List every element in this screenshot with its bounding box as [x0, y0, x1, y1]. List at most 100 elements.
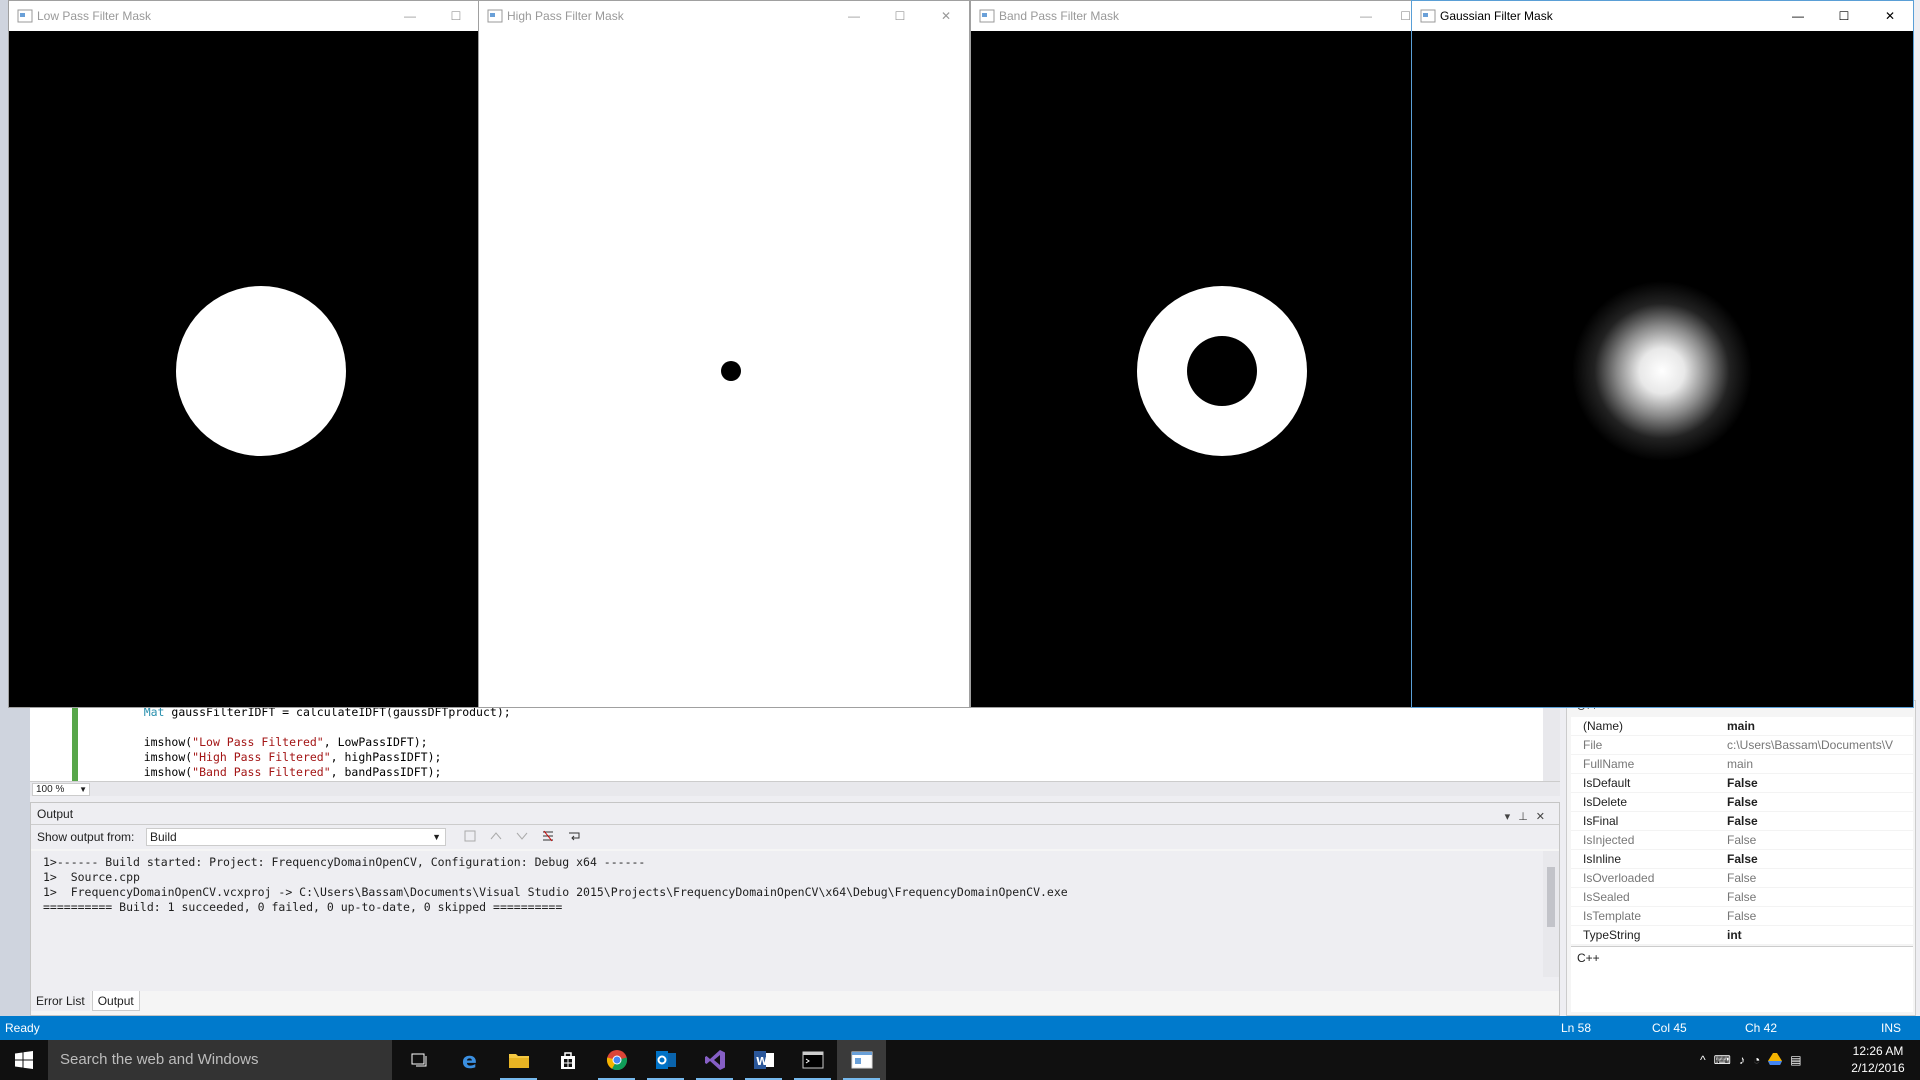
- maximize-icon[interactable]: ☐: [877, 1, 923, 31]
- previous-message-icon[interactable]: [487, 827, 505, 845]
- google-drive-icon[interactable]: [1768, 1052, 1783, 1068]
- action-center-icon[interactable]: ▤: [1790, 1053, 1801, 1067]
- high-pass-filter-window[interactable]: High Pass Filter Mask — ☐ ✕: [478, 0, 970, 708]
- gaussian-mask-canvas: [1412, 31, 1913, 707]
- band-pass-filter-window[interactable]: Band Pass Filter Mask — ☐: [970, 0, 1412, 708]
- visual-studio-icon[interactable]: [690, 1040, 739, 1080]
- maximize-icon[interactable]: ☐: [1389, 1, 1411, 31]
- pin-icon[interactable]: ⊥: [1518, 811, 1536, 823]
- start-button[interactable]: [0, 1040, 48, 1080]
- property-row[interactable]: IsSealed False: [1571, 888, 1913, 907]
- property-value[interactable]: False: [1723, 812, 1913, 830]
- chrome-icon[interactable]: [592, 1040, 641, 1080]
- property-row[interactable]: IsDefault False: [1571, 774, 1913, 793]
- network-icon[interactable]: ◔: [1753, 1053, 1760, 1067]
- property-value[interactable]: main: [1723, 755, 1913, 773]
- property-row[interactable]: IsOverloaded False: [1571, 869, 1913, 888]
- close-icon[interactable]: ✕: [923, 1, 969, 31]
- property-row[interactable]: IsInjected False: [1571, 831, 1913, 850]
- property-name: IsDefault: [1583, 776, 1631, 790]
- window-titlebar[interactable]: Low Pass Filter Mask — ☐: [9, 1, 479, 31]
- maximize-icon[interactable]: ☐: [433, 1, 479, 31]
- low-pass-filter-window[interactable]: Low Pass Filter Mask — ☐: [8, 0, 480, 708]
- status-bar: Ready Ln 58 Col 45 Ch 42 INS: [0, 1016, 1920, 1040]
- output-toolbar: Show output from: Build ▼: [31, 825, 1559, 849]
- editor-gutter: [30, 701, 70, 781]
- tab-output[interactable]: Output: [91, 991, 140, 1011]
- gaussian-filter-window[interactable]: Gaussian Filter Mask — ☐ ✕: [1411, 0, 1914, 708]
- editor-horizontal-scrollbar[interactable]: 100 % ▼: [30, 781, 1560, 796]
- editor-code[interactable]: Mat gaussFilterIDFT = calculateIDFT(gaus…: [116, 705, 511, 780]
- windows-taskbar: Search the web and Windows e W ^ ⌨ ♪ ◔ ▤…: [0, 1040, 1920, 1080]
- property-row[interactable]: (Name) main: [1571, 717, 1913, 736]
- property-value[interactable]: False: [1723, 793, 1913, 811]
- property-value[interactable]: c:\Users\Bassam\Documents\V: [1723, 736, 1913, 754]
- properties-panel: C++ (Name) main File c:\Users\Bassam\Docume…: [1566, 700, 1916, 1016]
- taskbar-clock[interactable]: 12:26 AM 2/12/2016: [1848, 1043, 1908, 1077]
- app-window-icon: [1420, 9, 1436, 23]
- chevron-down-icon: ▼: [432, 832, 441, 842]
- high-pass-mask-image: [479, 31, 969, 707]
- output-horizontal-scrollbar[interactable]: [31, 977, 1559, 991]
- output-text[interactable]: 1>------ Build started: Project: Frequen…: [31, 851, 1543, 977]
- terminal-icon[interactable]: [788, 1040, 837, 1080]
- window-titlebar[interactable]: High Pass Filter Mask — ☐ ✕: [479, 1, 969, 31]
- property-name: IsFinal: [1583, 814, 1619, 828]
- editor-vertical-scrollbar[interactable]: [1543, 701, 1560, 781]
- property-name: File: [1583, 738, 1603, 752]
- property-value[interactable]: False: [1723, 831, 1913, 849]
- property-value[interactable]: False: [1723, 869, 1913, 887]
- properties-description: C++: [1571, 946, 1913, 1012]
- clear-all-icon[interactable]: [539, 827, 557, 845]
- window-titlebar[interactable]: Band Pass Filter Mask — ☐: [971, 1, 1411, 31]
- system-tray: ^ ⌨ ♪ ◔ ▤: [1700, 1040, 1802, 1080]
- window-title: High Pass Filter Mask: [507, 9, 624, 23]
- tab-error-list[interactable]: Error List: [31, 991, 90, 1011]
- volume-icon[interactable]: ♪: [1739, 1053, 1745, 1067]
- minimize-icon[interactable]: —: [1775, 1, 1821, 31]
- output-vertical-scrollbar[interactable]: [1543, 851, 1559, 977]
- minimize-icon[interactable]: —: [1343, 1, 1389, 31]
- property-value[interactable]: False: [1723, 774, 1913, 792]
- close-icon[interactable]: ✕: [1536, 811, 1553, 823]
- property-value[interactable]: False: [1723, 850, 1913, 868]
- close-icon[interactable]: ✕: [1867, 1, 1913, 31]
- property-name: (Name): [1583, 719, 1624, 733]
- word-wrap-icon[interactable]: [565, 827, 583, 845]
- property-row[interactable]: File c:\Users\Bassam\Documents\V: [1571, 736, 1913, 755]
- dropdown-icon[interactable]: ▾: [1505, 811, 1519, 823]
- show-hidden-icons-icon[interactable]: ^: [1700, 1053, 1706, 1067]
- taskbar-search-box[interactable]: Search the web and Windows: [48, 1040, 392, 1080]
- property-value[interactable]: int: [1723, 926, 1913, 944]
- property-value[interactable]: main: [1723, 717, 1913, 735]
- property-row[interactable]: IsTemplate False: [1571, 907, 1913, 926]
- outlook-icon[interactable]: [641, 1040, 690, 1080]
- store-icon[interactable]: [543, 1040, 592, 1080]
- next-message-icon[interactable]: [513, 827, 531, 845]
- property-name: IsTemplate: [1583, 909, 1642, 923]
- property-row[interactable]: IsInline False: [1571, 850, 1913, 869]
- maximize-icon[interactable]: ☐: [1821, 1, 1867, 31]
- property-name: TypeString: [1583, 928, 1641, 942]
- edge-icon[interactable]: e: [445, 1040, 494, 1080]
- window-titlebar[interactable]: Gaussian Filter Mask — ☐ ✕: [1412, 1, 1913, 31]
- windows-logo-icon: [15, 1051, 33, 1069]
- file-explorer-icon[interactable]: [494, 1040, 543, 1080]
- property-row[interactable]: TypeString int: [1571, 926, 1913, 945]
- property-row[interactable]: IsFinal False: [1571, 812, 1913, 831]
- show-output-select[interactable]: Build ▼: [146, 828, 446, 846]
- property-name: IsInjected: [1583, 833, 1635, 847]
- opencv-window-icon[interactable]: [837, 1040, 886, 1080]
- task-view-icon[interactable]: [396, 1040, 445, 1080]
- code-editor[interactable]: Mat gaussFilterIDFT = calculateIDFT(gaus…: [30, 700, 1560, 796]
- minimize-icon[interactable]: —: [387, 1, 433, 31]
- property-row[interactable]: FullName main: [1571, 755, 1913, 774]
- minimize-icon[interactable]: —: [831, 1, 877, 31]
- input-method-icon[interactable]: ⌨: [1714, 1053, 1731, 1067]
- zoom-dropdown[interactable]: 100 % ▼: [32, 783, 90, 796]
- property-row[interactable]: IsDelete False: [1571, 793, 1913, 812]
- find-message-icon[interactable]: [461, 827, 479, 845]
- word-icon[interactable]: W: [739, 1040, 788, 1080]
- property-value[interactable]: False: [1723, 888, 1913, 906]
- property-value[interactable]: False: [1723, 907, 1913, 925]
